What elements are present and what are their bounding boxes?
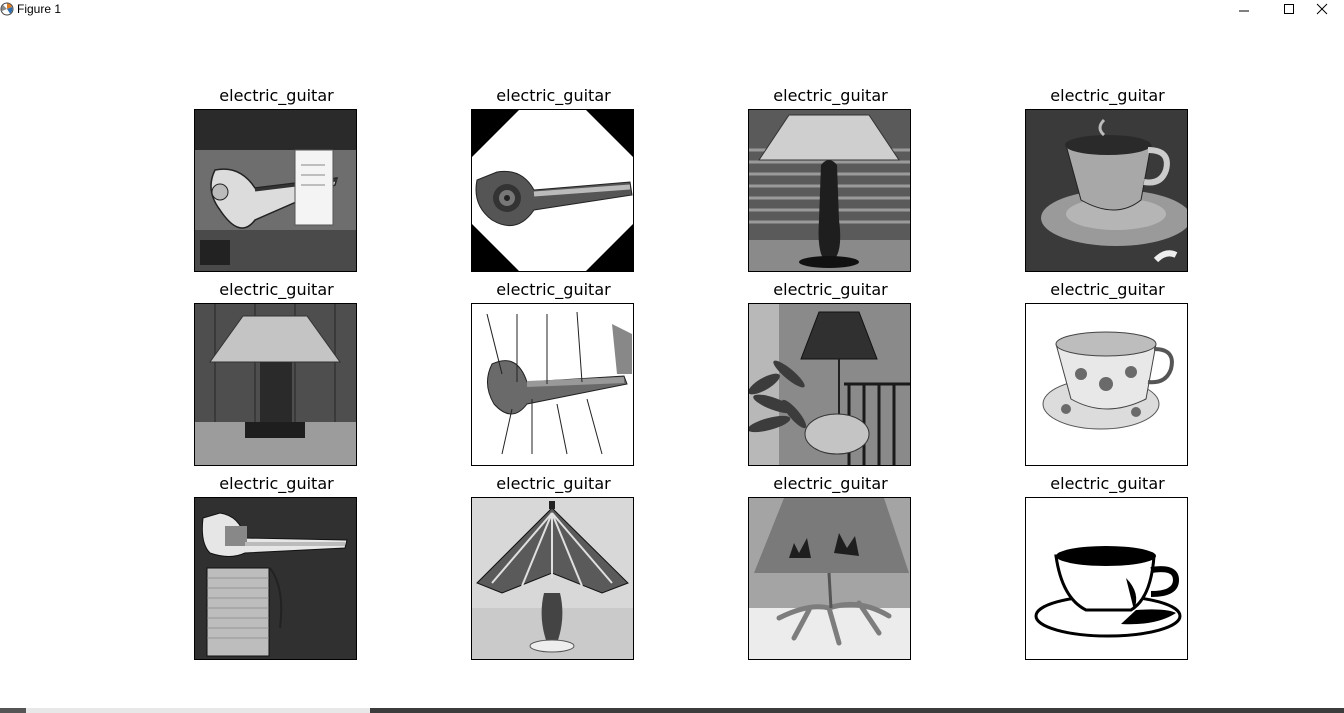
close-button[interactable]	[1300, 0, 1344, 18]
figure-window: Figure 1 electric_guitar electric_guitar…	[0, 0, 1344, 713]
subplot-image	[1025, 109, 1188, 272]
figure-canvas[interactable]: electric_guitar electric_guitar electric…	[0, 18, 1344, 708]
subplot-image	[194, 497, 357, 660]
subplot-image	[1025, 497, 1188, 660]
window-title: Figure 1	[17, 2, 62, 16]
subplot-title: electric_guitar	[773, 280, 888, 299]
subplot-title: electric_guitar	[219, 86, 334, 105]
subplot-image	[748, 109, 911, 272]
taskbar-strip	[0, 708, 1344, 713]
subplot-title: electric_guitar	[219, 280, 334, 299]
subplot-image	[471, 497, 634, 660]
strip-segment	[0, 708, 26, 713]
subplot-title: electric_guitar	[1050, 86, 1165, 105]
subplot-title: electric_guitar	[1050, 280, 1165, 299]
subplot-image	[748, 303, 911, 466]
matplotlib-icon	[0, 1, 14, 16]
subplot-image	[748, 497, 911, 660]
subplot-title: electric_guitar	[496, 474, 611, 493]
subplot-title: electric_guitar	[219, 474, 334, 493]
maximize-icon	[1283, 3, 1295, 15]
strip-segment	[370, 708, 1344, 713]
minimize-button[interactable]	[1221, 0, 1267, 18]
subplot-title: electric_guitar	[773, 474, 888, 493]
subplot-title: electric_guitar	[496, 280, 611, 299]
subplot-image	[194, 303, 357, 466]
subplot-title: electric_guitar	[1050, 474, 1165, 493]
title-bar[interactable]: Figure 1	[0, 0, 1344, 18]
subplot-image	[1025, 303, 1188, 466]
subplot-image	[194, 109, 357, 272]
subplot-title: electric_guitar	[773, 86, 888, 105]
close-icon	[1316, 3, 1328, 15]
subplot-image	[471, 109, 634, 272]
strip-segment	[26, 708, 370, 713]
subplot-image	[471, 303, 634, 466]
subplot-title: electric_guitar	[496, 86, 611, 105]
minimize-icon	[1238, 3, 1250, 15]
